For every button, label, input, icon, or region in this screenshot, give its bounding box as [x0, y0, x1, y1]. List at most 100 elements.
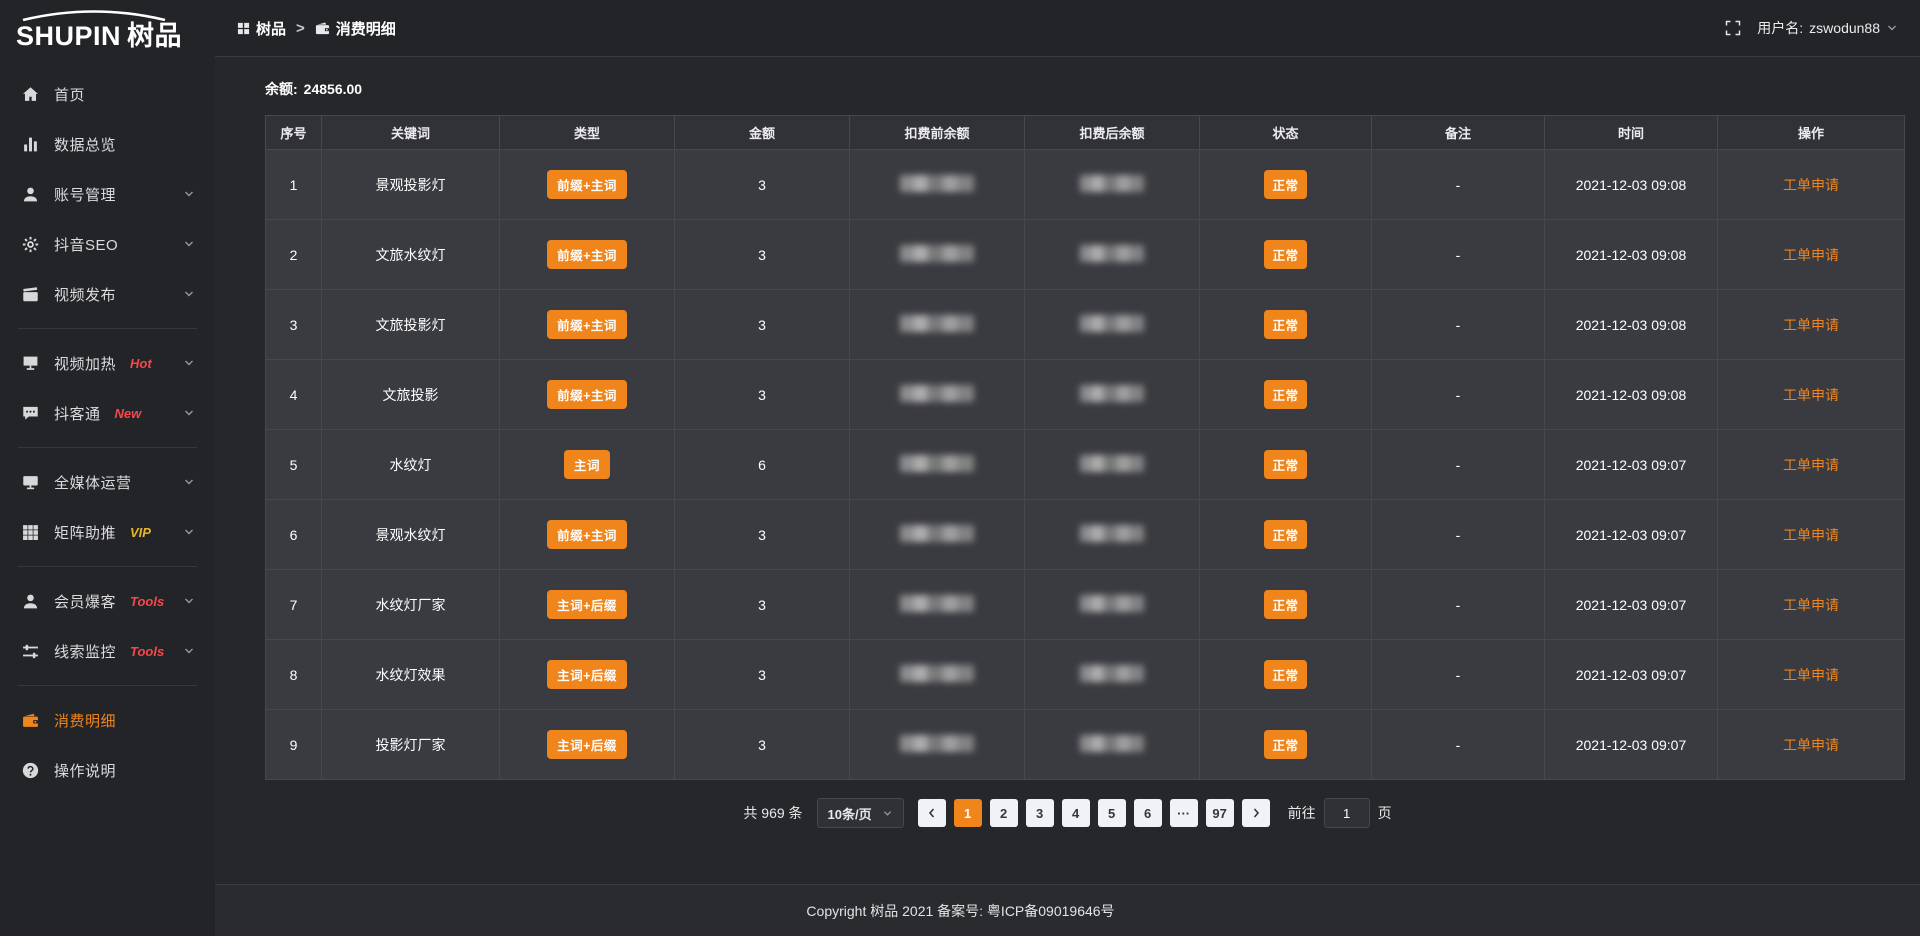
ticket-apply-link[interactable]: 工单申请: [1783, 317, 1839, 333]
cell-balance-after: [1025, 150, 1200, 220]
cell-status: 正常: [1200, 710, 1372, 780]
cell-balance-before: [850, 430, 1025, 500]
cell-index: 9: [266, 710, 322, 780]
chevron-down-icon: [183, 595, 195, 607]
sidebar-menu: 首页数据总览账号管理抖音SEO 视频发布视频加热Hot 抖客通 New 全媒体运营矩阵助…: [0, 55, 215, 795]
column-header: 关键词: [322, 116, 500, 150]
ticket-apply-link[interactable]: 工单申请: [1783, 247, 1839, 263]
balance-label: 余额:: [265, 81, 298, 97]
sidebar-item-member-baoke[interactable]: 会员爆客Tools: [0, 576, 215, 626]
ticket-apply-link[interactable]: 工单申请: [1783, 177, 1839, 193]
sidebar-item-badge: VIP: [130, 525, 151, 540]
fullscreen-icon[interactable]: [1725, 20, 1741, 36]
column-header: 状态: [1200, 116, 1372, 150]
type-badge: 前缀+主词: [547, 520, 627, 549]
page-button-97[interactable]: 97: [1206, 799, 1234, 827]
cell-type: 主词+后缀: [500, 570, 675, 640]
copyright-text: Copyright 树品 2021 备案号: 粤ICP备09019646号: [806, 901, 1114, 921]
sidebar-item-douyin-seo[interactable]: 抖音SEO: [0, 219, 215, 269]
masked-value: [900, 315, 974, 332]
cell-time: 2021-12-03 09:08: [1545, 150, 1718, 220]
cell-balance-after: [1025, 220, 1200, 290]
breadcrumb-item-home[interactable]: 树品: [237, 18, 286, 39]
pager-ellipsis[interactable]: ···: [1170, 799, 1198, 827]
chevron-down-icon: [882, 808, 893, 819]
cell-type: 前缀+主词: [500, 360, 675, 430]
cell-remark: -: [1372, 500, 1545, 570]
ticket-apply-link[interactable]: 工单申请: [1783, 597, 1839, 613]
ticket-apply-link[interactable]: 工单申请: [1783, 527, 1839, 543]
cell-remark: -: [1372, 220, 1545, 290]
sidebar-item-label: 操作说明: [54, 760, 116, 781]
sliders-icon: [22, 643, 40, 660]
sidebar-item-media-ops[interactable]: 全媒体运营: [0, 457, 215, 507]
status-badge: 正常: [1264, 310, 1306, 339]
sidebar-divider: [18, 685, 197, 686]
sidebar-item-video-publish[interactable]: 视频发布: [0, 269, 215, 319]
sidebar-item-account-manage[interactable]: 账号管理: [0, 169, 215, 219]
prev-page-button[interactable]: [918, 799, 946, 827]
sidebar-item-data-overview[interactable]: 数据总览: [0, 119, 215, 169]
cell-remark: -: [1372, 150, 1545, 220]
ticket-apply-link[interactable]: 工单申请: [1783, 457, 1839, 473]
page-button-5[interactable]: 5: [1098, 799, 1126, 827]
chevron-down-icon: [183, 288, 195, 300]
cell-status: 正常: [1200, 220, 1372, 290]
type-badge: 主词+后缀: [547, 590, 627, 619]
sidebar-item-video-heat[interactable]: 视频加热Hot: [0, 338, 215, 388]
status-badge: 正常: [1264, 730, 1306, 759]
sidebar-item-badge: New: [115, 406, 142, 421]
sidebar-item-label: 抖客通: [54, 403, 101, 424]
cell-balance-after: [1025, 570, 1200, 640]
question-icon: [22, 762, 40, 779]
wallet-icon: [22, 712, 40, 729]
page-button-2[interactable]: 2: [990, 799, 1018, 827]
ticket-apply-link[interactable]: 工单申请: [1783, 737, 1839, 753]
cell-keyword: 水纹灯厂家: [322, 570, 500, 640]
sidebar-item-badge: Tools: [130, 594, 164, 609]
type-badge: 主词+后缀: [547, 660, 627, 689]
masked-value: [900, 175, 974, 192]
sidebar-item-help[interactable]: 操作说明: [0, 745, 215, 795]
cell-time: 2021-12-03 09:08: [1545, 360, 1718, 430]
sidebar-item-douketong[interactable]: 抖客通 New: [0, 388, 215, 438]
masked-value: [1080, 735, 1144, 752]
consume-table-body: 1景观投影灯前缀+主词3正常-2021-12-03 09:08工单申请2文旅水纹…: [266, 150, 1905, 780]
goto-page-input[interactable]: [1324, 798, 1370, 828]
next-page-button[interactable]: [1242, 799, 1270, 827]
sidebar-item-label: 线索监控: [54, 641, 116, 662]
masked-value: [1080, 315, 1144, 332]
table-row: 4文旅投影前缀+主词3正常-2021-12-03 09:08工单申请: [266, 360, 1905, 430]
logo-arc: [18, 10, 170, 21]
sidebar-item-leads-monitor[interactable]: 线索监控Tools: [0, 626, 215, 676]
sidebar-item-label: 视频发布: [54, 284, 116, 305]
sidebar-item-consume-detail[interactable]: 消费明细: [0, 695, 215, 745]
grid-icon: [22, 524, 40, 541]
footer: Copyright 树品 2021 备案号: 粤ICP备09019646号: [215, 884, 1920, 936]
column-header: 扣费后余额: [1025, 116, 1200, 150]
ticket-apply-link[interactable]: 工单申请: [1783, 667, 1839, 683]
page-button-4[interactable]: 4: [1062, 799, 1090, 827]
chevron-down-icon: [183, 188, 195, 200]
cell-balance-after: [1025, 360, 1200, 430]
sidebar-divider: [18, 566, 197, 567]
cell-index: 1: [266, 150, 322, 220]
page-button-3[interactable]: 3: [1026, 799, 1054, 827]
sidebar-item-home[interactable]: 首页: [0, 69, 215, 119]
sidebar-item-matrix-boost[interactable]: 矩阵助推VIP: [0, 507, 215, 557]
masked-value: [1080, 175, 1144, 192]
masked-value: [900, 525, 974, 542]
ticket-apply-link[interactable]: 工单申请: [1783, 387, 1839, 403]
status-badge: 正常: [1264, 590, 1306, 619]
cell-keyword: 水纹灯效果: [322, 640, 500, 710]
page-size-select[interactable]: 10条/页: [817, 798, 904, 828]
cell-amount: 6: [675, 430, 850, 500]
breadcrumb-item-current[interactable]: 消费明细: [315, 18, 396, 39]
cell-keyword: 文旅水纹灯: [322, 220, 500, 290]
table-row: 5水纹灯主词6正常-2021-12-03 09:07工单申请: [266, 430, 1905, 500]
cell-keyword: 文旅投影灯: [322, 290, 500, 360]
page-button-6[interactable]: 6: [1134, 799, 1162, 827]
cell-balance-before: [850, 360, 1025, 430]
page-button-1[interactable]: 1: [954, 799, 982, 827]
user-menu[interactable]: 用户名: zswodun88: [1757, 18, 1898, 38]
